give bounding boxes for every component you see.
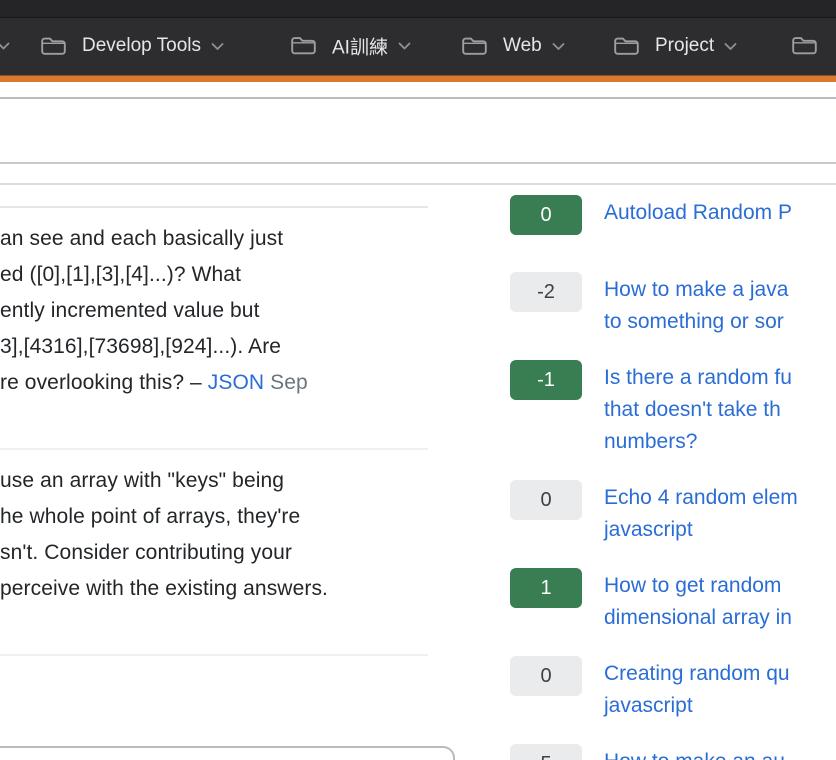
related-question-item: 5 How to make an au [510, 744, 836, 760]
stackoverflow-accent-bar [0, 75, 836, 82]
comment-text-line: ently incremented value but [0, 293, 470, 329]
folder-icon[interactable] [791, 36, 818, 57]
related-question-title-line: javascript [604, 690, 790, 722]
related-question-title-line: How to make an au [604, 746, 785, 760]
related-question-title-line: to something or sor [604, 306, 788, 338]
related-question-item: 0 Echo 4 random elemjavascript [510, 480, 836, 546]
comment: an see and each basically justed ([0],[1… [0, 221, 470, 401]
bookmark-folder-label: Develop Tools [82, 35, 201, 57]
comment-text: re overlooking this? – [0, 371, 208, 394]
bookmark-folder-4[interactable]: Project [613, 35, 737, 57]
vote-count-badge: -2 [510, 272, 582, 312]
related-question-item: 0 Autoload Random P [510, 195, 836, 235]
browser-window: Develop Tools AI訓練 Web Project an see and e… [0, 0, 836, 760]
bookmarks-bar: Develop Tools AI訓練 Web Project [0, 18, 836, 74]
related-question-title-line: How to make a java [604, 274, 788, 306]
vote-count-badge: 0 [510, 656, 582, 696]
comment-text-line: perceive with the existing answers. [0, 571, 470, 607]
related-question-title-line: Is there a random fu [604, 362, 792, 394]
folder-icon [290, 36, 317, 57]
related-question-link[interactable]: Autoload Random P [604, 197, 792, 229]
related-question-title-line: dimensional array in [604, 602, 792, 634]
bookmark-folder-2[interactable]: AI訓練 [290, 33, 411, 60]
comment-text-line: 3],[4316],[73698],[924]...). Are [0, 329, 470, 365]
related-questions-list: 0 Autoload Random P -2 How to make a javato… [510, 195, 836, 760]
comment: use an array with "keys" beinghe whole p… [0, 463, 470, 607]
comment-text-line: ed ([0],[1],[3],[4]...)? What [0, 257, 470, 293]
folder-icon [791, 36, 818, 57]
related-question-link[interactable]: How to make an au [604, 746, 785, 760]
chevron-down-icon [211, 42, 224, 51]
chevron-down-icon [398, 42, 411, 51]
vote-count-badge: 0 [510, 195, 582, 235]
related-question-title-line: javascript [604, 514, 798, 546]
bookmark-folder-label: AI訓練 [332, 33, 388, 60]
comment-text-line: he whole point of arrays, they're [0, 499, 470, 535]
folder-icon [40, 36, 67, 57]
comment-text-line: an see and each basically just [0, 221, 470, 257]
comment-text-line: sn't. Consider contributing your [0, 535, 470, 571]
vote-count-badge: -1 [510, 360, 582, 400]
content-top-divider [0, 183, 836, 185]
related-question-item: 0 Creating random qujavascript [510, 656, 836, 722]
comment-author-link[interactable]: JSON [208, 371, 264, 394]
add-comment-box[interactable] [0, 746, 455, 760]
chevron-down-icon [0, 42, 10, 51]
folder-icon [461, 36, 488, 57]
vote-count-badge: 5 [510, 744, 582, 760]
bookmark-folder-1[interactable]: Develop Tools [40, 35, 224, 57]
comment-divider [0, 448, 428, 450]
related-question-link[interactable]: Echo 4 random elemjavascript [604, 482, 798, 546]
chevron-down-icon[interactable] [0, 42, 10, 51]
section-divider [0, 162, 836, 164]
related-question-link[interactable]: Is there a random futhat doesn't take th… [604, 362, 792, 458]
tab-strip [0, 0, 836, 18]
comment-divider [0, 654, 428, 656]
related-question-title-line: Echo 4 random elem [604, 482, 798, 514]
related-question-link[interactable]: How to make a javato something or sor [604, 274, 788, 338]
related-question-item: -1 Is there a random futhat doesn't take … [510, 360, 836, 458]
header-divider [0, 97, 836, 99]
related-question-item: 1 How to get randomdimensional array in [510, 568, 836, 634]
related-question-item: -2 How to make a javato something or sor [510, 272, 836, 338]
vote-count-badge: 0 [510, 480, 582, 520]
bookmark-folder-3[interactable]: Web [461, 35, 565, 57]
related-question-title-line: that doesn't take th [604, 394, 792, 426]
chevron-down-icon [552, 42, 565, 51]
related-question-link[interactable]: How to get randomdimensional array in [604, 570, 792, 634]
related-question-link[interactable]: Creating random qujavascript [604, 658, 790, 722]
comment-timestamp: Sep [264, 371, 308, 394]
bookmark-folder-label: Project [655, 35, 714, 57]
comment-list-top-border [0, 206, 428, 208]
related-question-title-line: Autoload Random P [604, 197, 792, 229]
folder-icon [613, 36, 640, 57]
related-question-title-line: numbers? [604, 426, 792, 458]
vote-count-badge: 1 [510, 568, 582, 608]
related-question-title-line: Creating random qu [604, 658, 790, 690]
related-question-title-line: How to get random [604, 570, 792, 602]
bookmark-folder-label: Web [503, 35, 542, 57]
comment-text-line: use an array with "keys" being [0, 463, 470, 499]
browser-chrome: Develop Tools AI訓練 Web Project [0, 0, 836, 75]
chevron-down-icon [724, 42, 737, 51]
comment-text-line: re overlooking this? – JSON Sep [0, 365, 470, 401]
